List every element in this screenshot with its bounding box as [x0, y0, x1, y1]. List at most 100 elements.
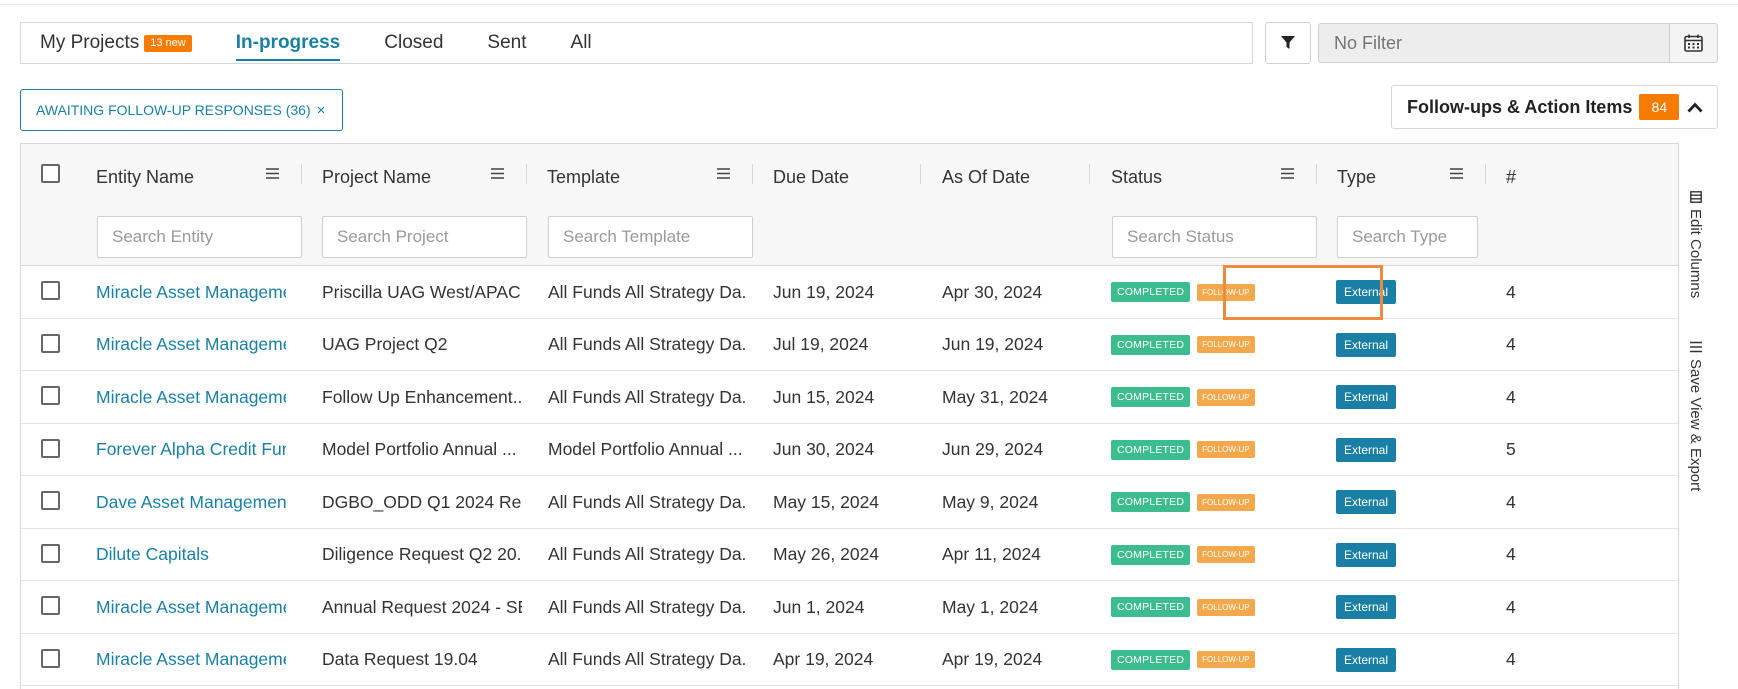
extra-cell: 4 — [1506, 334, 1516, 354]
awaiting-followup-chip[interactable]: AWAITING FOLLOW-UP RESPONSES (36) × — [20, 89, 343, 131]
row-checkbox[interactable] — [41, 333, 60, 353]
due-date-cell: Jun 1, 2024 — [773, 596, 865, 617]
status-cell: COMPLETED FOLLOW-UP — [1111, 529, 1301, 581]
tab-all[interactable]: All — [571, 23, 592, 63]
table-row[interactable]: Dave Asset Management DGBO_ODD Q1 2024 R… — [21, 476, 1681, 529]
new-count-badge: 13 new — [144, 34, 192, 52]
table-row[interactable]: Forever Alpha Credit Fund Model Portfoli… — [21, 423, 1681, 476]
table-row[interactable]: Miracle Asset Managemen UAG Project Q2 A… — [21, 318, 1681, 371]
type-badge: External — [1336, 490, 1397, 514]
column-separator — [301, 164, 302, 184]
search-type-input[interactable] — [1337, 216, 1478, 258]
column-extra[interactable]: # — [1506, 167, 1516, 188]
entity-name-link[interactable]: Miracle Asset Managemen — [96, 319, 286, 371]
table-row[interactable]: Miracle Asset Managemen Priscilla UAG We… — [21, 266, 1681, 319]
extra-cell: 4 — [1506, 281, 1516, 302]
as-of-date-cell: Jun 19, 2024 — [942, 334, 1044, 354]
due-date-cell: Apr 19, 2024 — [773, 649, 874, 669]
as-of-date-cell: May 9, 2024 — [942, 491, 1039, 512]
column-separator — [1316, 164, 1317, 184]
table-row[interactable]: Dilute Capitals Diligence Request Q2 20.… — [21, 528, 1681, 581]
search-template-input[interactable] — [548, 216, 753, 258]
table-row[interactable]: Miracle Asset Managemen Follow Up Enhanc… — [21, 371, 1681, 424]
column-project-name[interactable]: Project Name — [322, 167, 431, 188]
column-separator — [1485, 164, 1486, 184]
status-cell: COMPLETED FOLLOW-UP — [1111, 371, 1301, 423]
tab-in-progress[interactable]: In-progress — [235, 23, 340, 63]
extra-cell: 4 — [1506, 544, 1516, 564]
template-column-menu-icon[interactable] — [717, 168, 730, 179]
row-checkbox[interactable] — [41, 491, 60, 510]
select-all-checkbox[interactable] — [41, 164, 60, 183]
column-template[interactable]: Template — [547, 167, 620, 188]
save-view-export-label: Save View & Export — [1687, 359, 1704, 492]
due-date-cell: May 26, 2024 — [773, 544, 880, 564]
entity-column-menu-icon[interactable] — [266, 168, 279, 179]
tab-closed[interactable]: Closed — [384, 23, 443, 63]
table-row[interactable]: Miracle Asset Managemen Annual Request 2… — [21, 581, 1681, 634]
column-type[interactable]: Type — [1337, 167, 1376, 188]
row-checkbox[interactable] — [41, 543, 60, 563]
completed-status-badge: COMPLETED — [1111, 282, 1191, 302]
entity-name-link[interactable]: Dilute Capitals — [96, 529, 286, 581]
entity-name-link[interactable]: Dave Asset Management — [96, 476, 286, 528]
tab-my-projects[interactable]: My Projects 13 new — [40, 23, 192, 63]
row-checkbox[interactable] — [41, 281, 60, 300]
column-as-of-date[interactable]: As Of Date — [942, 167, 1030, 188]
template-cell: All Funds All Strategy Da... — [548, 281, 748, 302]
status-cell: COMPLETED FOLLOW-UP — [1111, 581, 1301, 633]
filter-icon — [1281, 36, 1295, 49]
due-date-cell: Jun 15, 2024 — [773, 386, 875, 407]
entity-name-link[interactable]: Miracle Asset Managemen — [96, 581, 286, 633]
grid-body: Miracle Asset Managemen Priscilla UAG We… — [21, 266, 1681, 686]
entity-name-link[interactable]: Miracle Asset Managemen — [96, 634, 286, 686]
edit-columns-button[interactable]: Edit Columns — [1687, 191, 1704, 298]
search-entity-input[interactable] — [97, 216, 302, 258]
followup-flag-badge: FOLLOW-UP — [1197, 388, 1255, 406]
chip-close-icon[interactable]: × — [317, 102, 326, 119]
project-name-cell: Annual Request 2024 - SB — [322, 596, 522, 617]
row-checkbox[interactable] — [41, 648, 60, 668]
followups-action-items[interactable]: Follow-ups & Action Items 84 — [1391, 85, 1718, 129]
column-status[interactable]: Status — [1111, 167, 1162, 188]
search-project-input[interactable] — [322, 216, 527, 258]
type-cell: External — [1336, 424, 1476, 476]
edit-columns-label: Edit Columns — [1687, 209, 1704, 299]
column-due-date[interactable]: Due Date — [773, 167, 849, 188]
search-status-input[interactable] — [1112, 216, 1317, 258]
row-checkbox[interactable] — [41, 386, 60, 405]
type-cell: External — [1336, 319, 1476, 371]
tab-sent[interactable]: Sent — [487, 23, 526, 63]
type-column-menu-icon[interactable] — [1450, 168, 1463, 179]
completed-status-badge: COMPLETED — [1111, 387, 1191, 407]
entity-name-link[interactable]: Miracle Asset Managemen — [96, 266, 286, 318]
due-date-cell: Jun 19, 2024 — [773, 281, 875, 302]
as-of-date-cell: Apr 30, 2024 — [942, 281, 1043, 302]
row-checkbox[interactable] — [41, 438, 60, 458]
columns-icon — [1689, 191, 1702, 203]
type-badge: External — [1336, 647, 1397, 672]
table-row[interactable]: Miracle Asset Managemen Data Request 19.… — [21, 633, 1681, 686]
project-tabs: My Projects 13 new In-progress Closed Se… — [20, 22, 1253, 64]
as-of-date-cell: May 31, 2024 — [942, 386, 1049, 407]
type-cell: External — [1336, 476, 1476, 528]
calendar-button[interactable] — [1669, 23, 1718, 63]
followups-count-badge: 84 — [1639, 94, 1680, 120]
template-cell: All Funds All Strategy Da... — [548, 544, 748, 564]
entity-name-link[interactable]: Miracle Asset Managemen — [96, 371, 286, 423]
entity-name-link[interactable]: Forever Alpha Credit Fund — [96, 424, 286, 476]
row-checkbox[interactable] — [41, 596, 60, 615]
completed-status-badge: COMPLETED — [1111, 544, 1191, 565]
column-entity-name[interactable]: Entity Name — [96, 167, 194, 188]
project-name-cell: DGBO_ODD Q1 2024 Re... — [322, 491, 522, 512]
save-view-export-button[interactable]: Save View & Export — [1687, 341, 1704, 491]
template-cell: Model Portfolio Annual ... — [548, 439, 743, 459]
project-column-menu-icon[interactable] — [491, 168, 504, 179]
project-name-cell: Model Portfolio Annual ... — [322, 439, 517, 459]
filter-button[interactable] — [1265, 22, 1311, 64]
extra-cell: 4 — [1506, 491, 1516, 512]
chevron-up-icon[interactable] — [1687, 101, 1703, 113]
status-column-menu-icon[interactable] — [1281, 168, 1294, 179]
date-filter-input[interactable] — [1318, 23, 1670, 63]
status-cell: COMPLETED FOLLOW-UP — [1111, 424, 1301, 476]
